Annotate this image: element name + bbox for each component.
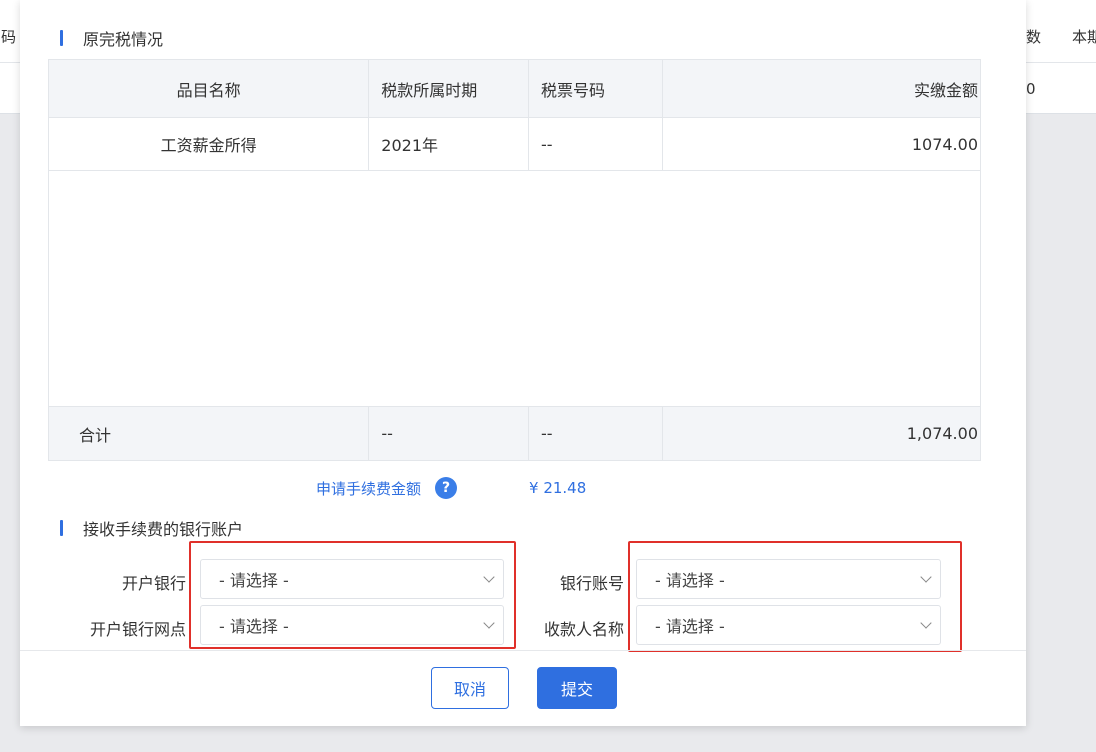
fee-amount-row: 申请手续费金额 ? ¥ 21.48 <box>316 477 586 499</box>
background-divider <box>0 62 20 63</box>
background-row-fragment: 0 <box>1026 80 1036 98</box>
background-table-right: 数 本期 0 <box>1026 0 1096 114</box>
cell-item-name: 工资薪金所得 <box>49 118 370 170</box>
table-total-row: 合计 -- -- 1,074.00 <box>49 407 980 460</box>
bank-account-label: 银行账号 <box>559 574 624 593</box>
table-empty-area <box>49 171 980 407</box>
table-header-row: 品目名称 税款所属时期 税票号码 实缴金额 <box>49 60 980 118</box>
footer-divider <box>20 650 1026 651</box>
payee-name-label: 收款人名称 <box>543 620 624 639</box>
header-tax-period: 税款所属时期 <box>369 60 529 117</box>
tax-table: 品目名称 税款所属时期 税票号码 实缴金额 工资薪金所得 2021年 -- 10… <box>48 59 981 461</box>
cancel-button[interactable]: 取消 <box>431 667 509 709</box>
header-item-name: 品目名称 <box>49 60 370 117</box>
total-ticket-number: -- <box>529 407 663 460</box>
section-title-bank-account: 接收手续费的银行账户 <box>60 516 243 540</box>
total-label: 合计 <box>49 407 370 460</box>
header-ticket-number: 税票号码 <box>529 60 663 117</box>
question-icon[interactable]: ? <box>435 477 458 499</box>
background-header-fragment: 号码 <box>0 28 17 46</box>
total-tax-period: -- <box>369 407 529 460</box>
refund-fee-dialog: 原完税情况 品目名称 税款所属时期 税票号码 实缴金额 工资薪金所得 2021年… <box>20 0 1026 726</box>
section-accent-bar <box>60 30 63 46</box>
section-accent-bar <box>60 520 63 536</box>
open-bank-label: 开户银行 <box>121 574 186 593</box>
cell-paid-amount: 1074.00 <box>911 134 978 154</box>
section-title-text: 原完税情况 <box>83 30 164 49</box>
fee-amount-label: 申请手续费金额 <box>316 479 422 498</box>
table-row: 工资薪金所得 2021年 -- 1074.00 <box>49 118 980 171</box>
background-table-left: 号码 <box>0 0 20 114</box>
highlight-box-right <box>628 541 962 652</box>
section-title-text: 接收手续费的银行账户 <box>83 520 244 539</box>
submit-button[interactable]: 提交 <box>537 667 617 709</box>
background-divider <box>1026 62 1096 63</box>
total-paid-amount: 1,074.00 <box>906 424 978 443</box>
background-header-fragment: 本期 <box>1072 28 1096 46</box>
bank-branch-label: 开户银行网点 <box>89 620 186 639</box>
background-header-fragment: 数 <box>1026 28 1042 46</box>
fee-amount-value: ¥ 21.48 <box>529 479 587 497</box>
cell-ticket-number: -- <box>529 118 663 170</box>
section-title-original-tax: 原完税情况 <box>60 26 163 50</box>
cell-tax-period: 2021年 <box>369 118 529 170</box>
header-paid-amount: 实缴金额 <box>913 80 978 100</box>
highlight-box-left <box>189 541 516 649</box>
